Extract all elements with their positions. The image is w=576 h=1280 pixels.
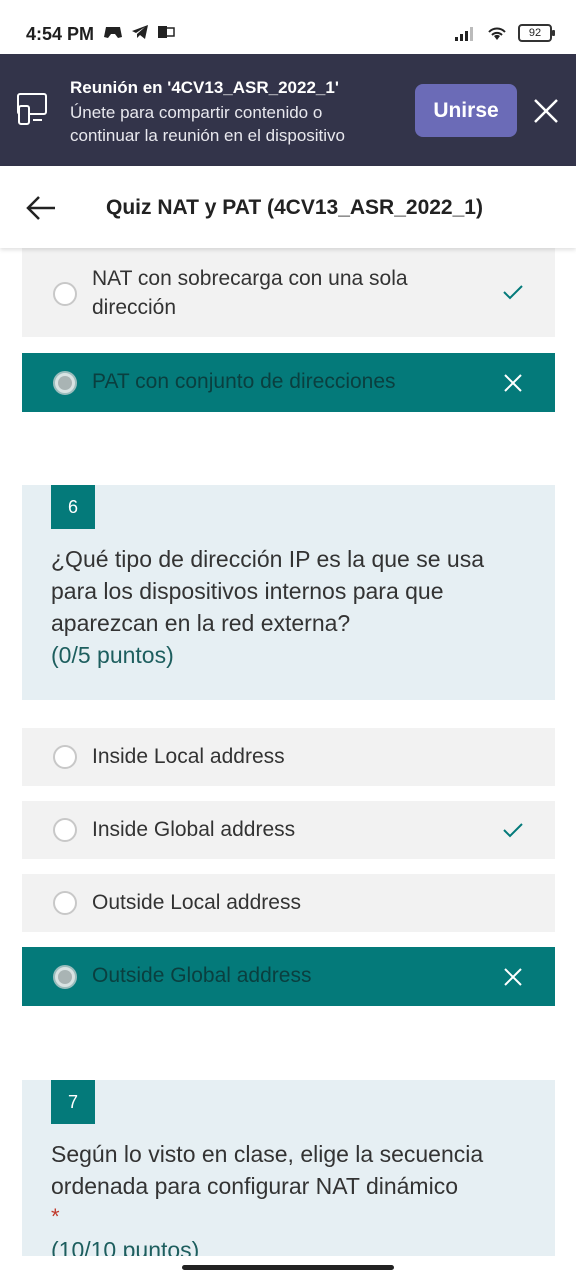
- battery-icon: 92: [518, 24, 555, 42]
- option-label: NAT con sobrecarga con una sola direcció…: [92, 267, 408, 319]
- wrong-x-icon: [504, 374, 522, 392]
- option-label: Inside Global address: [92, 818, 296, 841]
- radio-button[interactable]: [53, 745, 77, 769]
- answer-option[interactable]: Inside Local address: [22, 728, 555, 786]
- radio-button[interactable]: [53, 891, 77, 915]
- question-card: 7 Según lo visto en clase, elige la secu…: [22, 1080, 555, 1256]
- answer-option[interactable]: Inside Global address: [22, 801, 555, 859]
- wrong-x-icon: [504, 968, 522, 986]
- question-prompt: Según lo visto en clase, elige la secuen…: [51, 1141, 484, 1199]
- system-icons: 92: [454, 24, 555, 42]
- gesture-nav-bar: [0, 1256, 576, 1280]
- option-label: PAT con conjunto de direcciones: [92, 370, 396, 393]
- banner-title: Reunión en '4CV13_ASR_2022_1': [70, 78, 339, 97]
- question-score: (10/10 puntos): [51, 1237, 200, 1256]
- quiz-content[interactable]: NAT con sobrecarga con una sola direcció…: [0, 248, 576, 1256]
- page-title: Quiz NAT y PAT (4CV13_ASR_2022_1): [106, 196, 483, 219]
- signal-icon: [455, 27, 473, 41]
- home-indicator[interactable]: [182, 1265, 394, 1270]
- game-controller-icon: [104, 27, 122, 38]
- status-bar: 4:54 PM 92: [0, 0, 576, 54]
- app-header: Quiz NAT y PAT (4CV13_ASR_2022_1): [0, 166, 576, 248]
- device-transfer-icon: [17, 93, 47, 125]
- answer-option-selected[interactable]: PAT con conjunto de direcciones: [22, 353, 555, 412]
- join-button[interactable]: Unirse: [415, 84, 517, 137]
- question-number: 7: [51, 1080, 95, 1124]
- telegram-icon: [132, 25, 148, 39]
- radio-button[interactable]: [53, 965, 77, 989]
- back-arrow-icon[interactable]: [25, 194, 57, 222]
- correct-check-icon: [503, 823, 523, 838]
- close-icon[interactable]: [531, 96, 561, 126]
- required-mark: *: [51, 1204, 60, 1229]
- question-number: 6: [51, 485, 95, 529]
- answer-option[interactable]: Outside Local address: [22, 874, 555, 932]
- question-prompt: ¿Qué tipo de dirección IP es la que se u…: [51, 546, 485, 636]
- notification-icons: [103, 24, 175, 40]
- wifi-icon: [488, 27, 506, 40]
- answer-option[interactable]: NAT con sobrecarga con una sola direcció…: [22, 248, 555, 337]
- outlook-icon: [158, 26, 175, 38]
- question-card: 6 ¿Qué tipo de dirección IP es la que se…: [22, 485, 555, 700]
- status-time: 4:54 PM: [26, 24, 95, 44]
- correct-check-icon: [503, 285, 523, 300]
- meeting-banner: Reunión en '4CV13_ASR_2022_1' Únete para…: [0, 54, 576, 166]
- answer-option-selected[interactable]: Outside Global address: [22, 947, 555, 1006]
- option-label: Outside Global address: [92, 964, 312, 987]
- question-score: (0/5 puntos): [51, 642, 174, 668]
- radio-button[interactable]: [53, 282, 77, 306]
- radio-button[interactable]: [53, 818, 77, 842]
- option-label: Outside Local address: [92, 891, 301, 914]
- question-text: ¿Qué tipo de dirección IP es la que se u…: [51, 543, 511, 671]
- radio-button[interactable]: [53, 371, 77, 395]
- option-label: Inside Local address: [92, 745, 285, 768]
- banner-subtitle: Únete para compartir contenido o continu…: [70, 103, 346, 145]
